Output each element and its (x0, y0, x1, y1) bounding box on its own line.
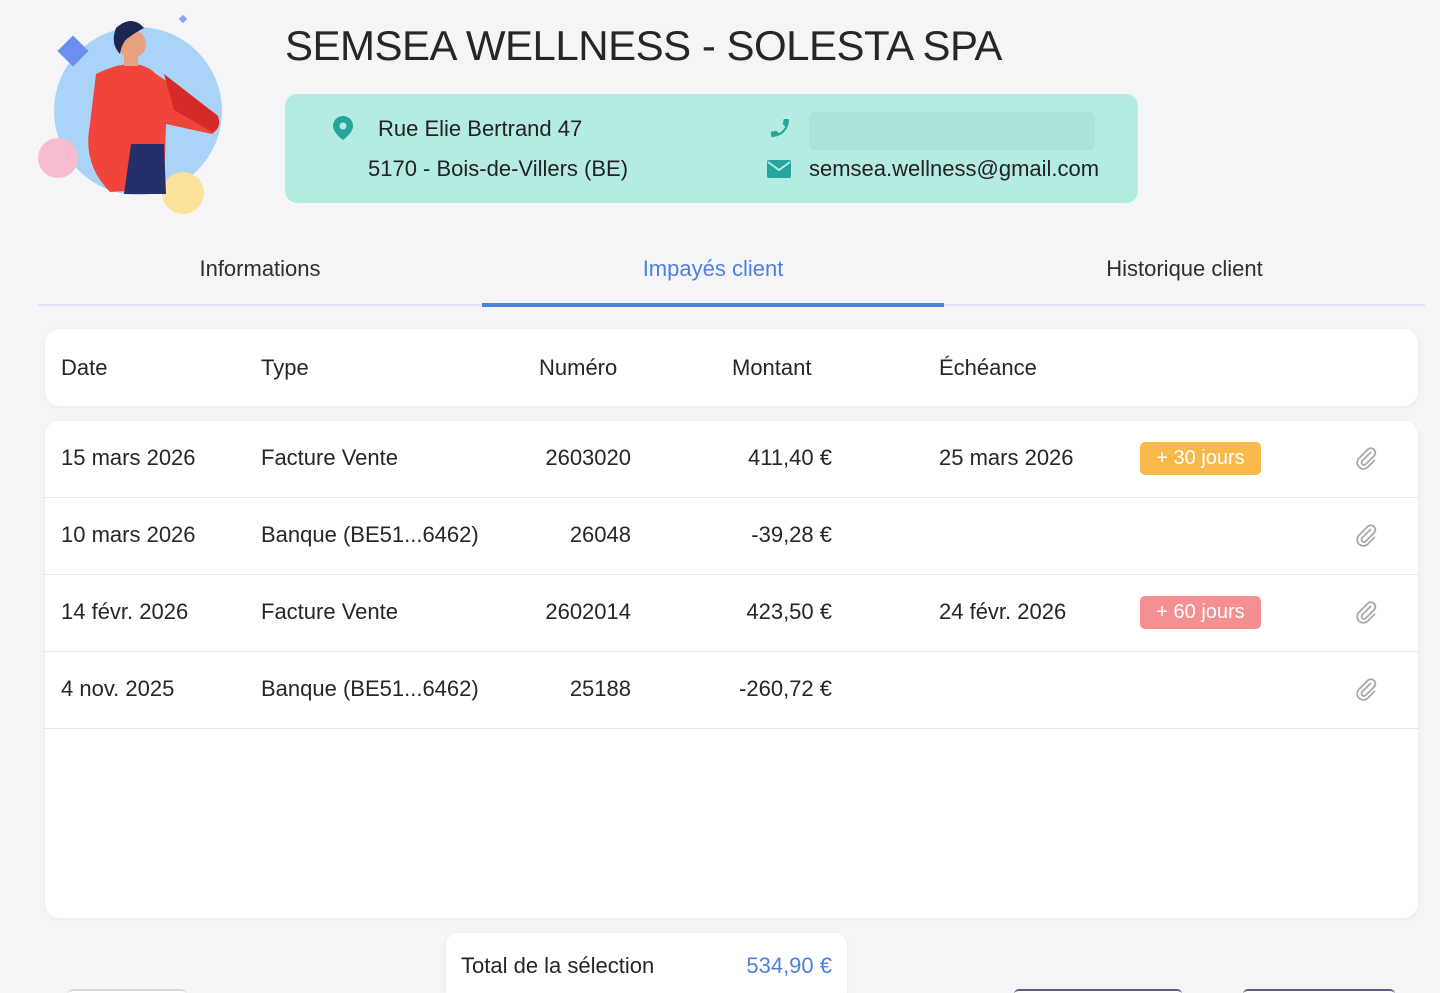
cell-amount: -260,72 € (739, 676, 832, 701)
envelope-icon (767, 160, 791, 183)
unpaid-table: 15 mars 2026 Facture Vente 2603020 411,4… (45, 421, 1418, 918)
overdue-badge: + 30 jours (1140, 442, 1261, 475)
table-row[interactable]: 10 mars 2026 Banque (BE51...6462) 26048 … (45, 498, 1418, 575)
cell-date: 15 mars 2026 (61, 445, 196, 470)
cell-amount: 411,40 € (747, 445, 832, 470)
cell-amount: -39,28 € (751, 522, 832, 547)
cell-type: Facture Vente (261, 599, 398, 624)
cell-date: 4 nov. 2025 (61, 676, 175, 701)
overdue-badge: + 60 jours (1140, 596, 1261, 629)
tab-impayes-client[interactable]: Impayés client (482, 240, 944, 307)
selection-total: Total de la sélection 534,90 € (446, 933, 847, 993)
cell-date: 14 févr. 2026 (61, 599, 189, 624)
phone-number-redacted (809, 112, 1095, 150)
map-pin-icon (333, 116, 353, 145)
cell-number: 25188 (569, 676, 631, 701)
paperclip-icon[interactable] (1354, 523, 1378, 552)
email-link[interactable]: semsea.wellness@gmail.com (809, 156, 1099, 182)
table-header: Date Type Numéro Montant Échéance (45, 329, 1418, 406)
column-header-due-date[interactable]: Échéance (939, 355, 1037, 381)
total-label: Total de la sélection (461, 953, 655, 978)
cell-date: 10 mars 2026 (61, 522, 196, 547)
cell-due-date: 24 févr. 2026 (939, 599, 1067, 624)
footer-button-middle[interactable] (1014, 989, 1182, 993)
table-row[interactable]: 4 nov. 2025 Banque (BE51...6462) 25188 -… (45, 652, 1418, 729)
total-value: 534,90 € (746, 953, 832, 978)
tab-informations[interactable]: Informations (38, 240, 482, 304)
address-city: 5170 - Bois-de-Villers (BE) (368, 156, 629, 181)
paperclip-icon[interactable] (1354, 600, 1378, 629)
tab-historique-client[interactable]: Historique client (944, 240, 1425, 304)
cell-type: Banque (BE51...6462) (261, 676, 479, 701)
column-header-date[interactable]: Date (61, 355, 107, 381)
table-row[interactable]: 15 mars 2026 Facture Vente 2603020 411,4… (45, 421, 1418, 498)
cell-number: 26048 (569, 522, 631, 547)
footer-button-right[interactable] (1243, 989, 1395, 993)
cell-type: Facture Vente (261, 445, 398, 470)
contact-card: Rue Elie Bertrand 47 5170 - Bois-de-Vill… (285, 94, 1138, 203)
paperclip-icon[interactable] (1354, 446, 1378, 475)
cell-number: 2602014 (545, 599, 631, 624)
footer-button-left[interactable] (68, 989, 186, 993)
column-header-type[interactable]: Type (261, 355, 309, 381)
avatar (36, 14, 236, 219)
address-street: Rue Elie Bertrand 47 (378, 116, 583, 141)
phone-icon (768, 116, 792, 145)
column-header-amount[interactable]: Montant (732, 355, 812, 381)
page-title: SEMSEA WELLNESS - SOLESTA SPA (285, 22, 1002, 69)
cell-due-date: 25 mars 2026 (939, 445, 1074, 470)
paperclip-icon[interactable] (1354, 677, 1378, 706)
cell-amount: 423,50 € (746, 599, 832, 624)
table-row[interactable]: 14 févr. 2026 Facture Vente 2602014 423,… (45, 575, 1418, 652)
cell-number: 2603020 (545, 445, 631, 470)
column-header-number[interactable]: Numéro (539, 355, 617, 381)
tab-bar: Informations Impayés client Historique c… (38, 240, 1425, 307)
cell-type: Banque (BE51...6462) (261, 522, 479, 547)
